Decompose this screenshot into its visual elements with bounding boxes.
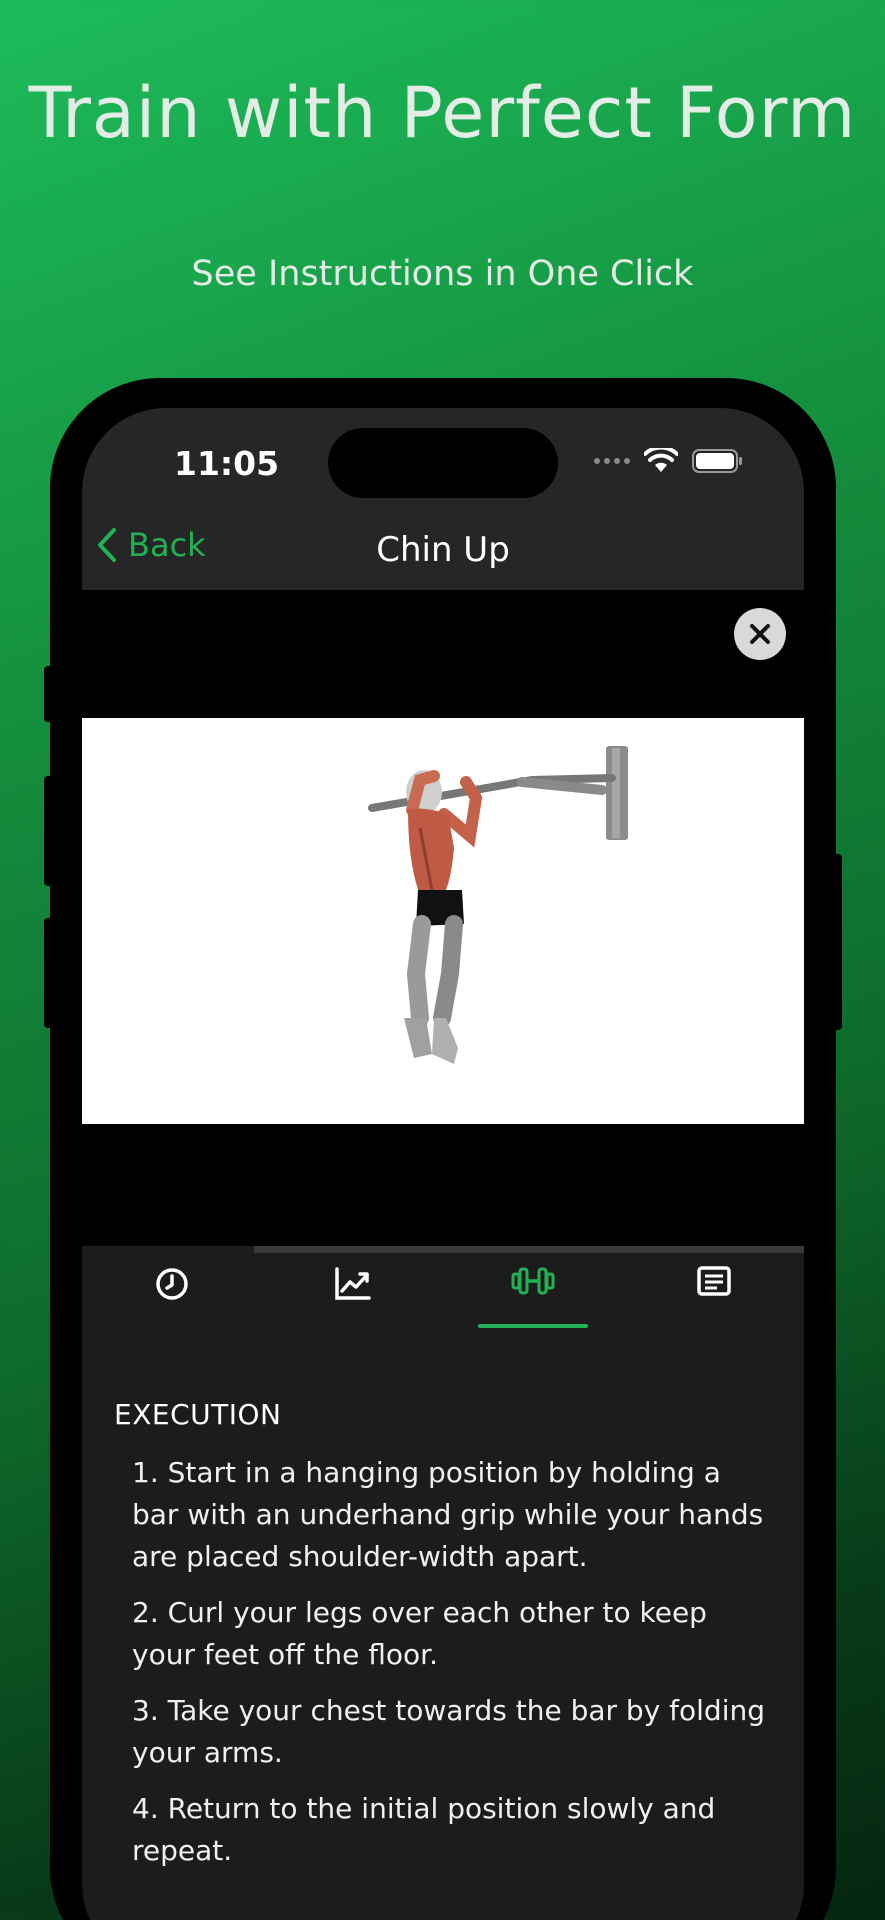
clock-icon <box>156 1268 188 1300</box>
notes-icon <box>697 1266 731 1296</box>
instruction-step: 4. Return to the initial position slowly… <box>132 1792 716 1867</box>
tab-progress[interactable] <box>263 1258 444 1328</box>
instruction-step: 1. Start in a hanging position by holdin… <box>132 1456 764 1573</box>
tab-progress-track <box>254 1246 804 1253</box>
phone-power-button <box>832 854 842 1030</box>
instruction-step: 3. Take your chest towards the bar by fo… <box>132 1694 766 1769</box>
chart-icon <box>335 1267 371 1300</box>
promo-headline: Train with Perfect Form <box>28 72 857 154</box>
wifi-icon <box>644 448 678 472</box>
dumbbell-icon <box>511 1267 555 1295</box>
cellular-signal-icon <box>594 458 630 464</box>
tab-history[interactable] <box>82 1258 263 1328</box>
section-title: EXECUTION <box>114 1398 282 1431</box>
dynamic-island <box>328 428 558 498</box>
status-time: 11:05 <box>174 444 280 483</box>
close-icon <box>750 624 770 644</box>
phone-screen: 11:05 Chin Up Back EXECUTION 1. Start in… <box>82 408 804 1920</box>
chin-up-illustration <box>368 746 628 1064</box>
phone-action-button <box>44 666 54 722</box>
navigation-bar: Chin Up Back <box>82 508 804 590</box>
phone-volume-up-button <box>44 776 54 886</box>
instruction-steps: 1. Start in a hanging position by holdin… <box>132 1452 772 1886</box>
chevron-left-icon <box>98 528 116 562</box>
tab-instructions[interactable] <box>443 1258 624 1328</box>
tab-bar <box>82 1258 804 1328</box>
phone-volume-down-button <box>44 918 54 1028</box>
instruction-step: 2. Curl your legs over each other to kee… <box>132 1596 707 1671</box>
exercise-demo-image <box>82 718 804 1124</box>
battery-icon <box>692 449 742 473</box>
promo-subheadline: See Instructions in One Click <box>191 254 694 294</box>
back-label: Back <box>128 526 206 564</box>
close-button[interactable] <box>734 608 786 660</box>
back-button[interactable]: Back <box>96 526 206 564</box>
status-icons <box>594 448 744 474</box>
active-tab-indicator <box>478 1324 589 1328</box>
tab-notes[interactable] <box>624 1258 805 1328</box>
